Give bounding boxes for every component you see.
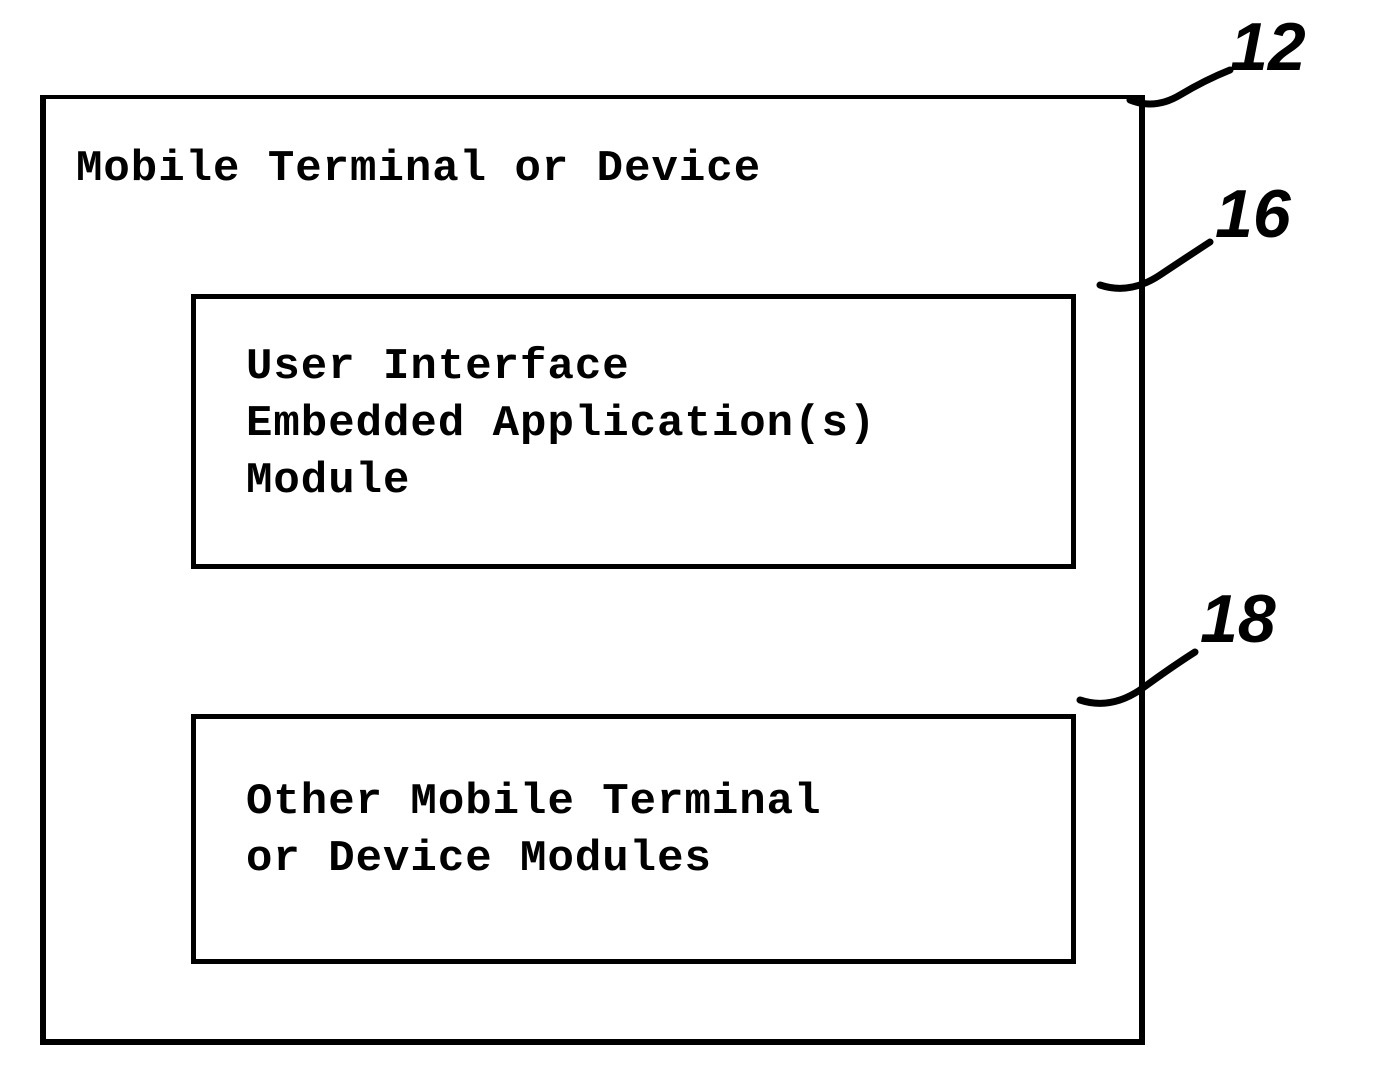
leader-line-16-icon [1095,230,1220,300]
outer-container-box: Mobile Terminal or Device User Interface… [40,95,1145,1045]
leader-line-12-icon [1125,55,1240,115]
reference-number-18: 18 [1200,580,1276,658]
inner-box-2-line1: Other Mobile Terminal [246,774,822,831]
inner-box-other-modules: Other Mobile Terminal or Device Modules [191,714,1076,964]
inner-box-2-text: Other Mobile Terminal or Device Modules [246,774,822,888]
inner-box-2-line2: or Device Modules [246,831,822,888]
leader-line-18-icon [1075,640,1205,715]
reference-number-12: 12 [1230,8,1306,86]
inner-box-ui-module: User Interface Embedded Application(s) M… [191,294,1076,569]
inner-box-1-line3: Module [246,453,876,510]
inner-box-1-line2: Embedded Application(s) [246,396,876,453]
reference-number-16: 16 [1215,175,1291,253]
inner-box-1-line1: User Interface [246,339,876,396]
inner-box-1-text: User Interface Embedded Application(s) M… [246,339,876,511]
outer-box-title: Mobile Terminal or Device [76,144,761,194]
